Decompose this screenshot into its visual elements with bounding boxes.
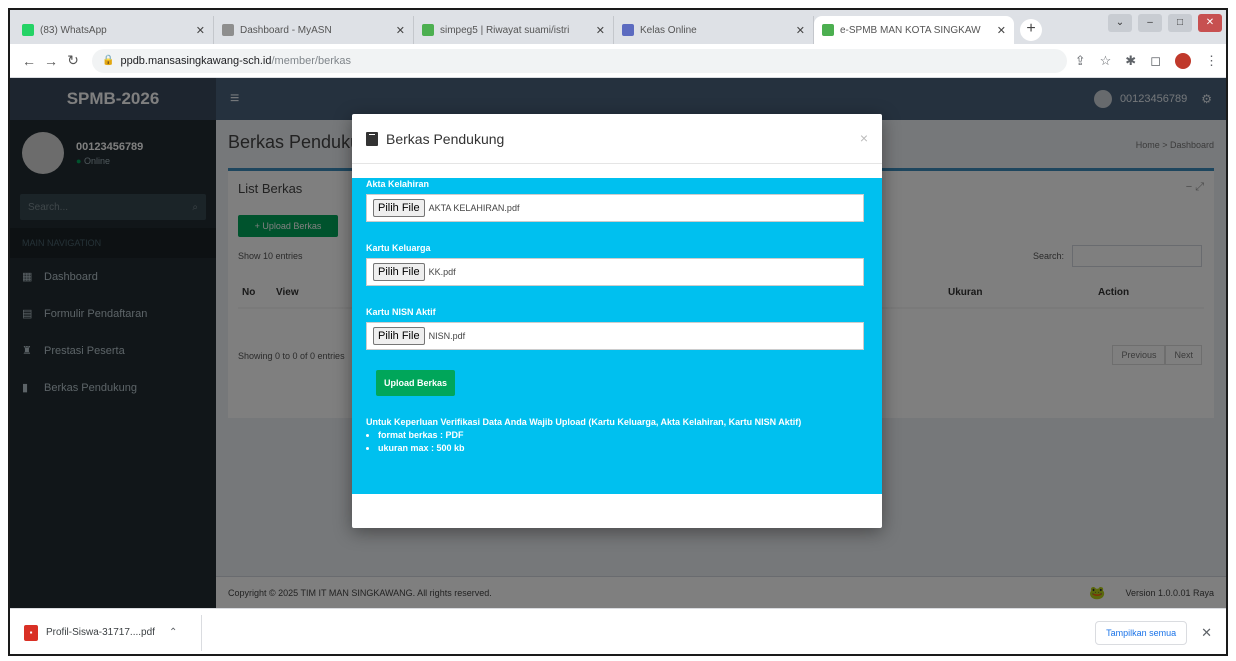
browser-tab[interactable]: Dashboard - MyASN ✕ bbox=[214, 16, 414, 44]
close-icon[interactable]: ✕ bbox=[596, 24, 605, 37]
nisn-file-input[interactable]: Pilih File NISN.pdf bbox=[366, 322, 864, 350]
side-panel-icon[interactable]: ◻ bbox=[1150, 53, 1161, 69]
lock-icon: 🔒 bbox=[102, 55, 115, 66]
browser-toolbar: ← → ↻ 🔒 ppdb.mansasingkawang-sch.id /mem… bbox=[10, 44, 1226, 78]
close-icon[interactable]: ✕ bbox=[396, 24, 405, 37]
close-window-button[interactable]: ✕ bbox=[1198, 14, 1222, 32]
tab-title: Kelas Online bbox=[640, 24, 697, 36]
book-icon bbox=[366, 131, 378, 146]
browser-tab-active[interactable]: e-SPMB MAN KOTA SINGKAW ✕ bbox=[814, 16, 1014, 44]
choose-file-button[interactable]: Pilih File bbox=[373, 327, 425, 345]
kk-file-input[interactable]: Pilih File KK.pdf bbox=[366, 258, 864, 286]
menu-icon[interactable]: ⋮ bbox=[1205, 53, 1218, 69]
tab-title: Dashboard - MyASN bbox=[240, 24, 332, 36]
minimize-button[interactable]: – bbox=[1138, 14, 1162, 32]
file-name: AKTA KELAHIRAN.pdf bbox=[428, 203, 520, 213]
site-icon bbox=[822, 24, 834, 36]
site-icon bbox=[222, 24, 234, 36]
close-icon[interactable]: ✕ bbox=[1201, 625, 1212, 641]
back-icon[interactable]: ← bbox=[18, 53, 40, 69]
address-host: ppdb.mansasingkawang-sch.id bbox=[120, 54, 272, 67]
file-name: NISN.pdf bbox=[428, 331, 466, 341]
show-all-button[interactable]: Tampilkan semua bbox=[1095, 620, 1188, 645]
site-icon bbox=[422, 24, 434, 36]
downloads-bar: ▪ Profil-Siswa-31717....pdf ⌃ Tampilkan … bbox=[10, 608, 1226, 654]
browser-tab[interactable]: Kelas Online ✕ bbox=[614, 16, 814, 44]
upload-berkas-button[interactable]: Upload Berkas bbox=[376, 370, 456, 396]
upload-note: Untuk Keperluan Verifikasi Data Anda Waj… bbox=[366, 416, 836, 455]
new-tab-button[interactable]: + bbox=[1020, 19, 1042, 41]
akta-label: Akta Kelahiran bbox=[366, 179, 430, 189]
choose-file-button[interactable]: Pilih File bbox=[373, 263, 425, 281]
chevron-up-icon[interactable]: ⌃ bbox=[169, 627, 177, 638]
note-text: Untuk Keperluan Verifikasi Data Anda Waj… bbox=[366, 417, 802, 427]
close-icon[interactable]: ✕ bbox=[796, 24, 805, 37]
tab-title: e-SPMB MAN KOTA SINGKAW bbox=[840, 24, 981, 36]
close-icon[interactable]: ✕ bbox=[997, 24, 1006, 37]
modal-header: Berkas Pendukung × bbox=[352, 114, 882, 164]
file-name: KK.pdf bbox=[428, 267, 456, 277]
kk-label: Kartu Keluarga bbox=[366, 243, 431, 253]
app: SPMB-2026 ≡ 00123456789 ⚙ 00123456789 ● … bbox=[10, 78, 1226, 608]
close-icon[interactable]: × bbox=[860, 130, 868, 146]
browser-tab[interactable]: (83) WhatsApp ✕ bbox=[14, 16, 214, 44]
download-item[interactable]: Profil-Siswa-31717....pdf bbox=[46, 627, 155, 638]
tab-title: simpeg5 | Riwayat suami/istri bbox=[440, 24, 570, 36]
modal-body: Akta Kelahiran Pilih File AKTA KELAHIRAN… bbox=[352, 178, 882, 494]
window-controls: ⌄ – □ ✕ bbox=[1108, 14, 1222, 32]
toolbar-icons: ⇪ ☆ ✱ ◻ ⋮ bbox=[1075, 52, 1218, 69]
address-path: /member/berkas bbox=[271, 54, 351, 67]
list-item: ukuran max : 500 kb bbox=[378, 442, 836, 455]
rules-list: format berkas : PDF ukuran max : 500 kb bbox=[366, 429, 836, 455]
list-item: format berkas : PDF bbox=[378, 429, 836, 442]
reload-icon[interactable]: ↻ bbox=[62, 52, 84, 69]
address-bar[interactable]: 🔒 ppdb.mansasingkawang-sch.id /member/be… bbox=[92, 48, 1067, 73]
share-icon[interactable]: ⇪ bbox=[1075, 53, 1086, 69]
star-icon[interactable]: ☆ bbox=[1100, 53, 1112, 69]
extensions-icon[interactable]: ✱ bbox=[1125, 53, 1136, 69]
maximize-button[interactable]: □ bbox=[1168, 14, 1192, 32]
close-icon[interactable]: ✕ bbox=[196, 24, 205, 37]
tab-strip: (83) WhatsApp ✕ Dashboard - MyASN ✕ simp… bbox=[10, 10, 1226, 44]
nisn-label: Kartu NISN Aktif bbox=[366, 307, 436, 317]
pdf-icon: ▪ bbox=[24, 624, 38, 641]
berkas-modal: Berkas Pendukung × Akta Kelahiran Pilih … bbox=[352, 114, 882, 528]
site-icon bbox=[622, 24, 634, 36]
whatsapp-icon bbox=[22, 24, 34, 36]
profile-avatar[interactable] bbox=[1175, 52, 1191, 69]
forward-icon[interactable]: → bbox=[40, 53, 62, 69]
browser-window: (83) WhatsApp ✕ Dashboard - MyASN ✕ simp… bbox=[8, 8, 1228, 656]
tab-search-button[interactable]: ⌄ bbox=[1108, 14, 1132, 32]
tab-title: (83) WhatsApp bbox=[40, 24, 107, 36]
browser-tab[interactable]: simpeg5 | Riwayat suami/istri ✕ bbox=[414, 16, 614, 44]
modal-title: Berkas Pendukung bbox=[386, 130, 505, 147]
choose-file-button[interactable]: Pilih File bbox=[373, 199, 425, 217]
akta-file-input[interactable]: Pilih File AKTA KELAHIRAN.pdf bbox=[366, 194, 864, 222]
